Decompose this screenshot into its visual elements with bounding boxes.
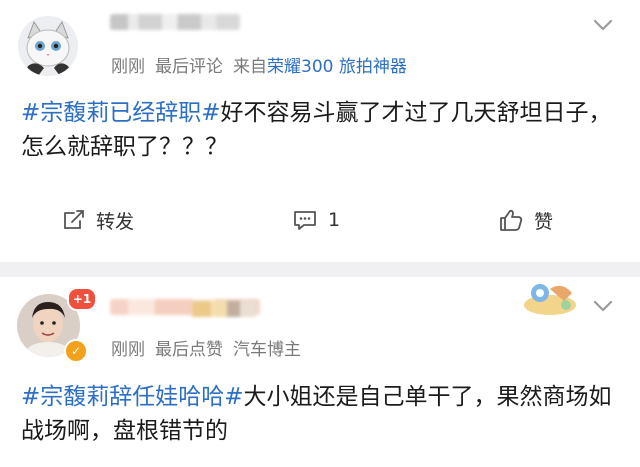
source-device[interactable]: 荣耀300 旅拍神器 bbox=[267, 57, 407, 77]
comment-card-2: +1 ✓ 刚刚 最后点赞 汽车博主 #宗馥莉辞任娃哈哈#大小姐还是自己单干了，果然商… bbox=[0, 277, 640, 467]
user-tag-blurred bbox=[192, 301, 256, 317]
sticker-image bbox=[524, 284, 576, 315]
chevron-down-icon[interactable] bbox=[592, 18, 614, 32]
level-badge: +1 bbox=[67, 287, 97, 311]
comment-count: 1 bbox=[328, 209, 341, 231]
comment-button[interactable]: 1 bbox=[292, 200, 340, 240]
comment-meta: 刚刚 最后点赞 汽车博主 bbox=[111, 335, 311, 360]
cat-avatar bbox=[18, 16, 78, 76]
username-blurred[interactable] bbox=[110, 14, 240, 30]
action-bar: 转发 1 赞 bbox=[0, 200, 640, 240]
chevron-down-icon[interactable] bbox=[592, 299, 614, 313]
like-label: 赞 bbox=[534, 210, 554, 233]
comment-card-1: 刚刚 最后评论 来自荣耀300 旅拍神器 #宗馥莉已经辞职#好不容易斗赢了才过了几天… bbox=[0, 0, 640, 262]
hashtag-link[interactable]: #宗馥莉辞任娃哈哈# bbox=[21, 384, 244, 410]
like-button[interactable]: 赞 bbox=[498, 200, 553, 240]
post-action: 最后点赞 bbox=[155, 340, 223, 360]
user-role: 汽车博主 bbox=[233, 340, 301, 360]
verified-badge-icon: ✓ bbox=[64, 339, 88, 363]
share-button[interactable]: 转发 bbox=[62, 200, 134, 240]
like-icon bbox=[500, 209, 523, 231]
post-time: 刚刚 bbox=[111, 340, 145, 360]
share-label: 转发 bbox=[96, 210, 135, 233]
post-action: 最后评论 bbox=[155, 57, 223, 77]
card-divider bbox=[0, 262, 640, 277]
share-icon bbox=[64, 210, 84, 229]
source-prefix: 来自 bbox=[233, 57, 267, 77]
comment-meta: 刚刚 最后评论 来自荣耀300 旅拍神器 bbox=[111, 52, 407, 77]
comment-icon bbox=[294, 211, 316, 230]
user-avatar[interactable] bbox=[18, 16, 78, 76]
comment-text: #宗馥莉已经辞职#好不容易斗赢了才过了几天舒坦日子，怎么就辞职了？？？ bbox=[21, 96, 626, 164]
comment-text: #宗馥莉辞任娃哈哈#大小姐还是自己单干了，果然商场如战场啊，盘根错节的 bbox=[21, 380, 626, 448]
post-time: 刚刚 bbox=[111, 57, 145, 77]
hashtag-link[interactable]: #宗馥莉已经辞职# bbox=[21, 100, 221, 126]
